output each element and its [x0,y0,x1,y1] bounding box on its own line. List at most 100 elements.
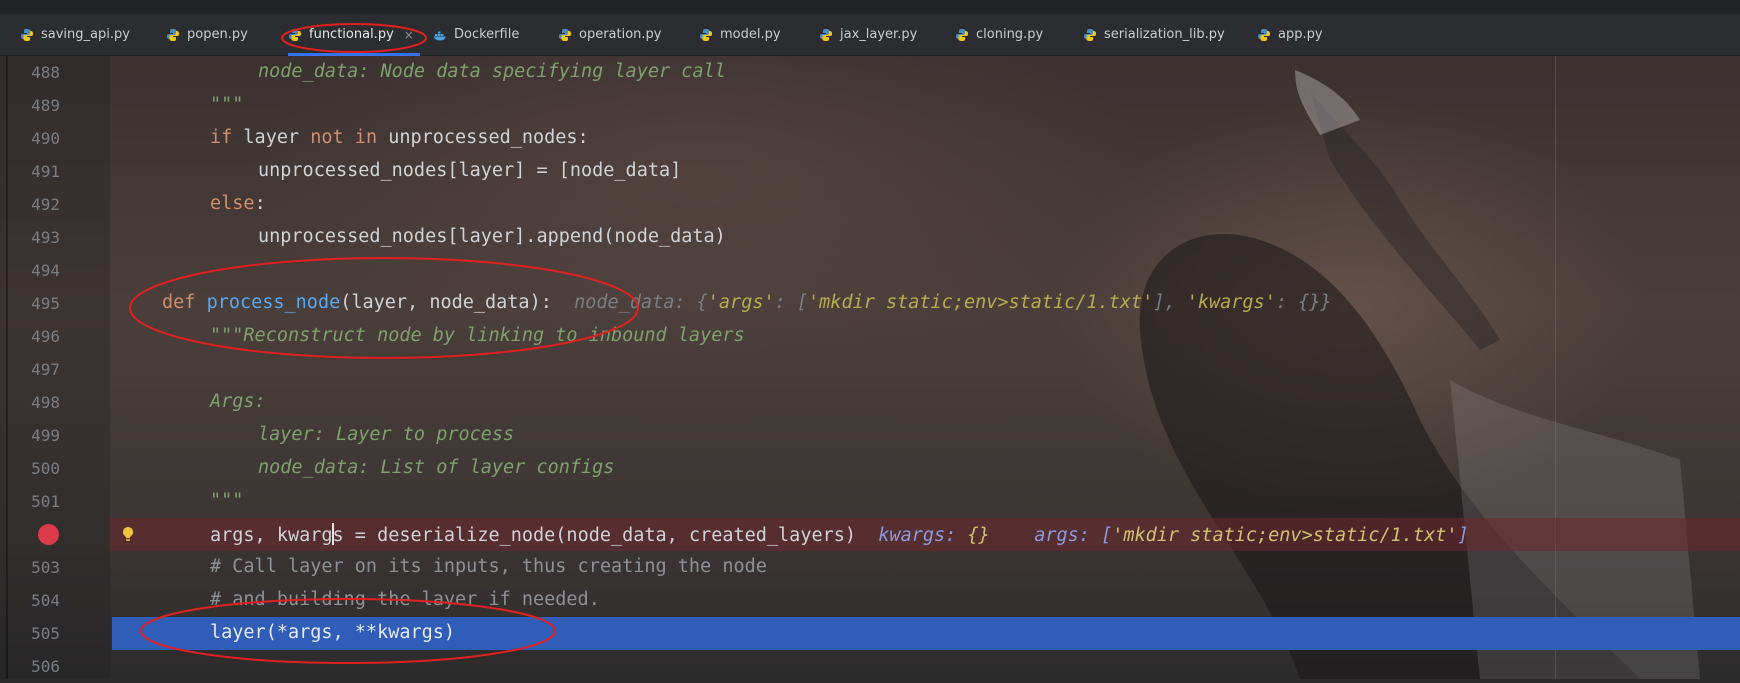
hint-token: kwargs: [878,525,968,546]
code-token: unprocessed_nodes: [377,127,589,148]
inline-debug-value: kwargs: {} [878,525,989,546]
line-number: 494 [31,261,60,280]
code-line-499[interactable]: 499 layer: Layer to process [0,419,1740,452]
tab-model[interactable]: model.py [699,14,781,55]
code-line-500[interactable]: 500 node_data: List of layer configs [0,452,1740,485]
python-file-icon [20,28,34,42]
code-line-496[interactable]: 496 """Reconstruct node by linking to in… [0,320,1740,353]
python-file-icon [1083,28,1097,42]
code-line-488[interactable]: 488 node_data: Node data specifying laye… [0,56,1740,89]
code-text: def process_node(layer, node_data): node… [162,292,1332,313]
code-text: args, kwargs = deserialize_node(node_dat… [210,523,1469,546]
tab-label: cloning.py [976,27,1044,42]
line-number: 498 [31,393,60,412]
code-text: node_data: List of layer configs [258,457,615,478]
code-comment: # and building the layer if needed. [210,589,600,610]
lightbulb-icon[interactable] [120,525,136,545]
breakpoint-icon[interactable] [38,524,59,545]
line-number: 504 [31,591,60,610]
code-line-498[interactable]: 498 Args: [0,386,1740,419]
tab-popen[interactable]: popen.py [166,14,248,55]
code-line-504[interactable]: 504 # and building the layer if needed. [0,584,1740,617]
code-text: else: [210,193,266,214]
tab-label: operation.py [579,27,662,42]
tab-label: popen.py [187,27,248,42]
tab-label: jax_layer.py [840,27,918,42]
code-text: Args: [210,391,266,412]
python-file-icon [955,28,969,42]
tab-label: functional.py [309,27,394,42]
line-number: 505 [31,624,60,643]
python-file-icon [819,28,833,42]
code-line-491[interactable]: 491 unprocessed_nodes[layer] = [node_dat… [0,155,1740,188]
hint-token: args: [ [1034,525,1113,546]
hint-token: 'mkdir static;env>static/1.txt' [808,292,1154,313]
function-name: process_node [206,292,341,313]
code-text: layer(*args, **kwargs) [210,622,456,643]
tab-label: serialization_lib.py [1104,27,1225,42]
code-token: (layer, node_data): [340,292,552,313]
tab-label: app.py [1278,27,1323,42]
hint-token: {} [967,525,990,546]
code-line-494[interactable]: 494 [0,254,1740,287]
hint-token: ], [1153,292,1187,313]
hint-token: : [ [774,292,809,313]
keyword: else [210,193,255,214]
code-text: unprocessed_nodes[layer].append(node_dat… [258,226,726,247]
close-icon[interactable]: × [404,28,414,42]
line-number: 492 [31,195,60,214]
code-token: s = deserialize_node(node_data, created_… [332,525,857,546]
tab-label: saving_api.py [41,27,130,42]
code-line-493[interactable]: 493 unprocessed_nodes[layer].append(node… [0,221,1740,254]
python-file-icon [1257,28,1271,42]
code-token: layer [232,127,311,148]
code-line-505[interactable]: 505 layer(*args, **kwargs) [0,617,1740,650]
tab-dockerfile[interactable]: Dockerfile [433,14,519,55]
tab-cloning[interactable]: cloning.py [955,14,1043,55]
python-file-icon [699,28,713,42]
code-line-501[interactable]: 501 """ [0,485,1740,518]
code-token: : [254,193,266,214]
code-line-497[interactable]: 497 [0,353,1740,386]
inline-debug-value: args: ['mkdir static;env>static/1.txt'] [1034,525,1468,546]
code-line-502[interactable]: args, kwargs = deserialize_node(node_dat… [0,518,1740,551]
keyword: def [162,292,196,313]
code-line-503[interactable]: 503 # Call layer on its inputs, thus cre… [0,551,1740,584]
code-line-490[interactable]: 490 if layer not in unprocessed_nodes: [0,122,1740,155]
code-text: unprocessed_nodes[layer] = [node_data] [258,160,682,181]
tab-jax-layer[interactable]: jax_layer.py [819,14,917,55]
tab-serialization-lib[interactable]: serialization_lib.py [1083,14,1225,55]
code-text: node_data: Node data specifying layer ca… [258,61,726,82]
hint-token: node_data: { [574,292,708,313]
tab-saving-api[interactable]: saving_api.py [20,14,130,55]
line-number: 491 [31,162,60,181]
line-number: 503 [31,558,60,577]
code-line-506[interactable]: 506 [0,650,1740,683]
line-number: 501 [31,492,60,511]
tab-functional[interactable]: functional.py × [288,14,420,56]
tab-app[interactable]: app.py [1257,14,1323,55]
tab-operation[interactable]: operation.py [558,14,662,55]
hint-token: 'mkdir static;env>static/1.txt' [1112,525,1458,546]
hint-token: 'kwargs' [1186,292,1276,313]
code-text: if layer not in unprocessed_nodes: [210,127,589,148]
line-number: 490 [31,129,60,148]
line-number: 497 [31,360,60,379]
code-line-489[interactable]: 489 """ [0,89,1740,122]
code-token: args, kwarg [210,525,333,546]
editor-tab-bar: saving_api.py popen.py functional.py × D… [0,14,1740,56]
python-file-icon [288,28,302,42]
hint-token: 'args' [707,292,775,313]
code-line-495[interactable]: 495 def process_node(layer, node_data): … [0,287,1740,320]
python-file-icon [166,28,180,42]
docker-icon [433,28,447,42]
hint-token: : {}} [1275,292,1332,313]
line-number: 506 [31,657,60,676]
python-file-icon [558,28,572,42]
keyword: not in [310,127,378,148]
code-text: """ [210,94,244,115]
code-line-492[interactable]: 492 else: [0,188,1740,221]
keyword: if [210,127,233,148]
code-text: """Reconstruct node by linking to inboun… [210,325,745,346]
line-number: 495 [31,294,60,313]
